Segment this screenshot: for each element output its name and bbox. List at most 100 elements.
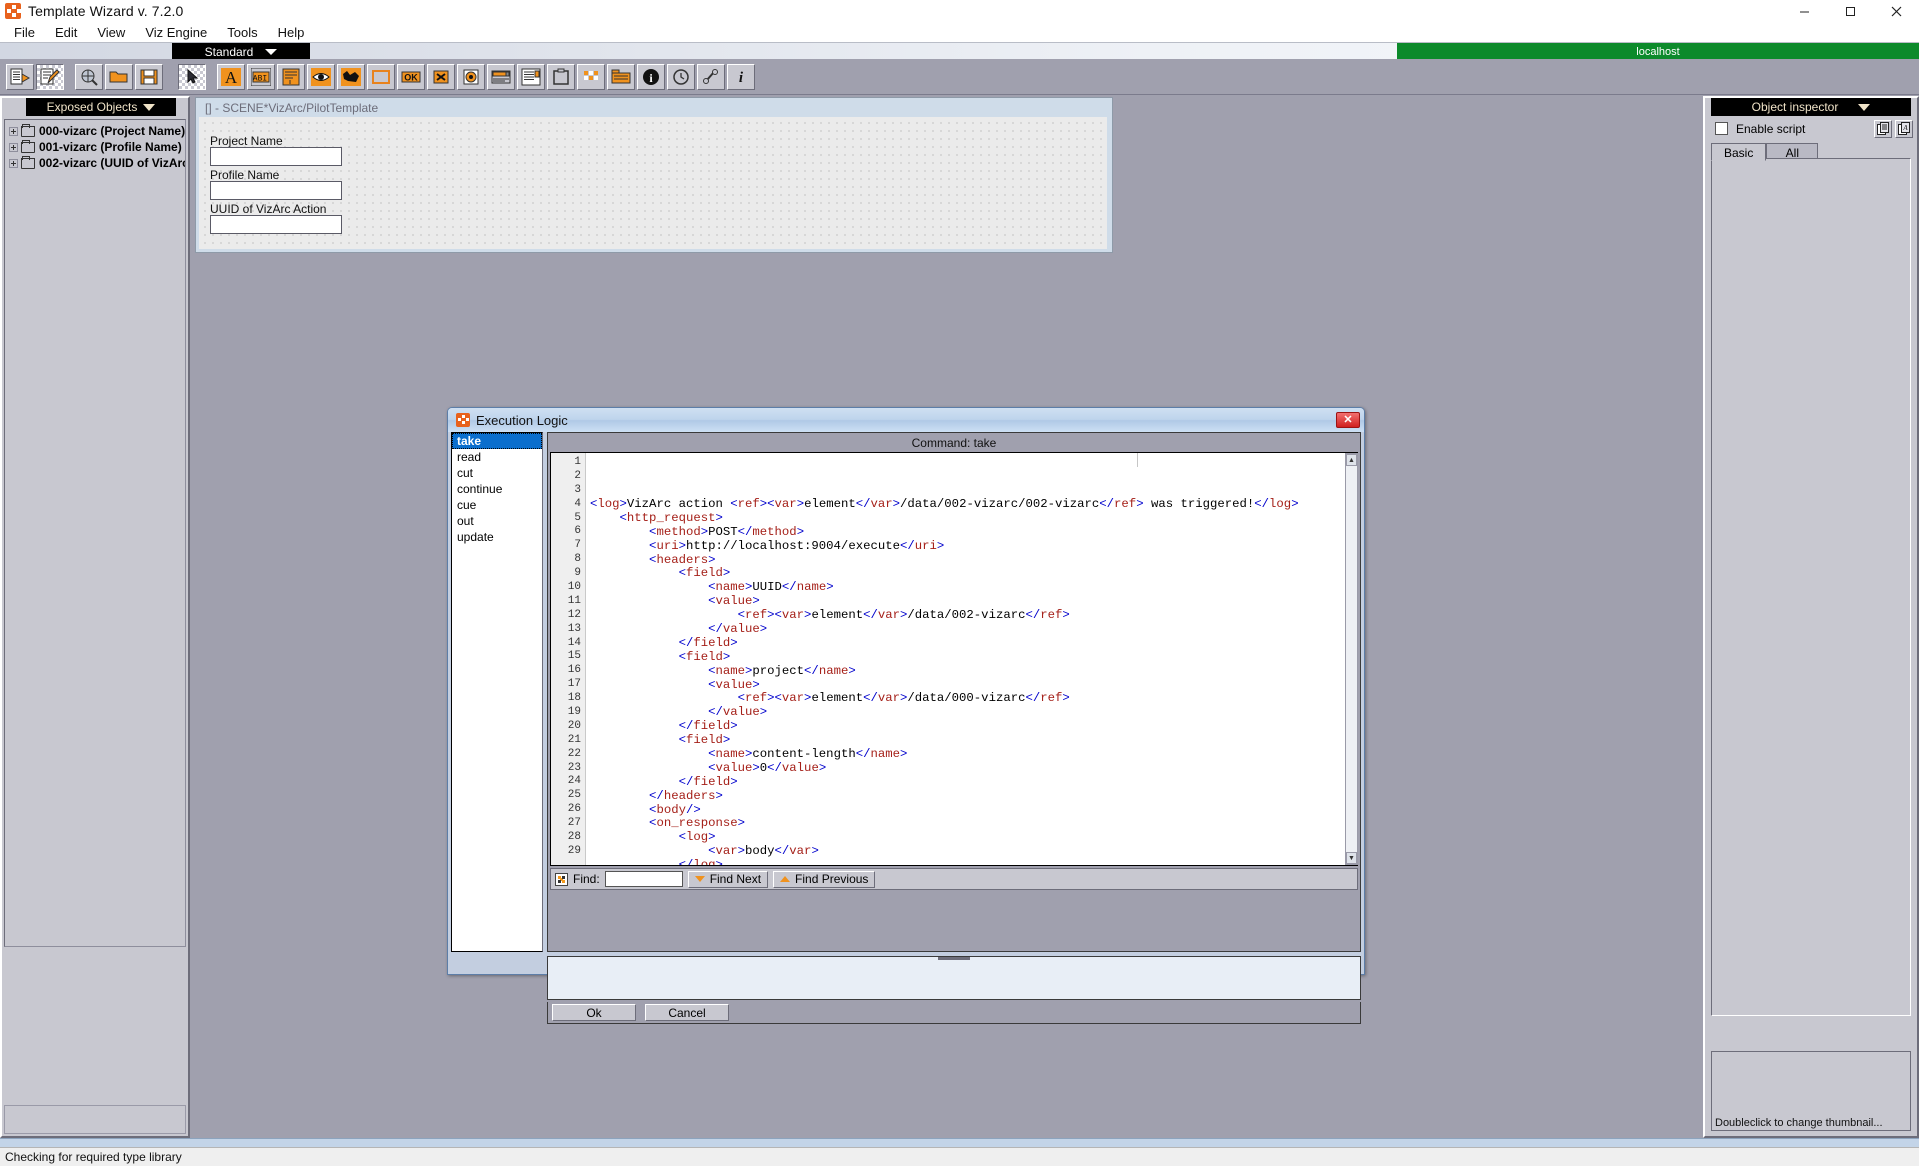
text-area-icon[interactable] — [517, 64, 545, 90]
line-number: 17 — [551, 678, 581, 692]
text-object-icon[interactable]: A — [217, 64, 245, 90]
clipboard-icon[interactable] — [547, 64, 575, 90]
find-icon[interactable] — [555, 873, 568, 886]
open-folder-icon[interactable] — [105, 64, 133, 90]
info-icon[interactable]: i — [637, 64, 665, 90]
menu-viz-engine[interactable]: Viz Engine — [135, 23, 217, 42]
minimize-button[interactable] — [1781, 0, 1827, 22]
list-field-icon[interactable] — [277, 64, 305, 90]
toolbar-group-select — [177, 64, 207, 90]
code-line: <ref><var>element</var>/data/000-vizarc<… — [590, 692, 1357, 706]
code-line: <name>content-length</name> — [590, 748, 1357, 762]
code-vertical-scrollbar[interactable]: ▲ ▼ — [1345, 453, 1358, 865]
save-icon[interactable] — [135, 64, 163, 90]
scroll-down-icon[interactable]: ▼ — [1346, 852, 1357, 864]
edit-template-icon[interactable] — [36, 64, 64, 90]
code-editor[interactable]: 1234567891011121314151617181920212223242… — [550, 452, 1358, 866]
menu-view[interactable]: View — [87, 23, 135, 42]
link-icon[interactable] — [697, 64, 725, 90]
line-number: 10 — [551, 581, 581, 595]
expand-plus-icon[interactable] — [9, 159, 18, 168]
command-item-take[interactable]: take — [452, 433, 542, 449]
menu-bar: File Edit View Viz Engine Tools Help — [0, 22, 1919, 42]
command-list[interactable]: take read cut continue cue out update — [451, 432, 543, 952]
line-number: 16 — [551, 664, 581, 678]
find-next-button[interactable]: Find Next — [688, 871, 768, 888]
cancel-button-icon[interactable] — [427, 64, 455, 90]
command-item-cue[interactable]: cue — [452, 497, 542, 513]
maximize-button[interactable] — [1827, 0, 1873, 22]
exposed-objects-header[interactable]: Exposed Objects — [26, 98, 176, 116]
menu-help[interactable]: Help — [268, 23, 315, 42]
enable-script-checkbox[interactable] — [1715, 122, 1728, 135]
ok-button-icon[interactable]: OK — [397, 64, 425, 90]
line-number: 20 — [551, 720, 581, 734]
expand-plus-icon[interactable] — [9, 143, 18, 152]
scene-title: [] - SCENE*VizArc/PilotTemplate — [196, 98, 1112, 116]
thumbnail-area[interactable]: Doubleclick to change thumbnail... — [1711, 1051, 1911, 1131]
select-tool-icon[interactable] — [178, 64, 206, 90]
exposed-objects-tree[interactable]: 000-vizarc (Project Name) 001-vizarc (Pr… — [4, 119, 186, 947]
preview-icon[interactable] — [75, 64, 103, 90]
object-inspector-panel: Object inspector Enable script A Basic A… — [1703, 96, 1919, 1138]
main-toolbar: A ABI OK — [0, 59, 1919, 95]
command-item-read[interactable]: read — [452, 449, 542, 465]
find-previous-button[interactable]: Find Previous — [773, 871, 875, 888]
cancel-button[interactable]: Cancel — [645, 1004, 729, 1021]
dialog-close-button[interactable]: ✕ — [1336, 412, 1360, 428]
combo-object-icon[interactable] — [487, 64, 515, 90]
eye-object-icon[interactable] — [307, 64, 335, 90]
svg-text:OK: OK — [404, 72, 418, 82]
folder-icon — [21, 142, 35, 153]
engine-status-tab[interactable]: localhost — [1397, 43, 1919, 60]
menu-tools[interactable]: Tools — [217, 23, 267, 42]
map-object-icon[interactable] — [337, 64, 365, 90]
radio-object-icon[interactable] — [457, 64, 485, 90]
line-number: 29 — [551, 845, 581, 859]
command-item-continue[interactable]: continue — [452, 481, 542, 497]
color-picker-icon[interactable] — [577, 64, 605, 90]
dialog-titlebar[interactable]: Execution Logic ✕ — [448, 408, 1364, 432]
object-inspector-header[interactable]: Object inspector — [1711, 98, 1911, 116]
inspector-properties-area[interactable] — [1711, 158, 1911, 1016]
object-inspector-title: Object inspector — [1752, 100, 1839, 114]
resize-grip[interactable] — [938, 957, 970, 960]
find-input[interactable] — [605, 871, 683, 887]
text-field-icon[interactable]: ABI — [247, 64, 275, 90]
new-template-icon[interactable] — [6, 64, 34, 90]
code-pane: Command: take 12345678910111213141516171… — [547, 432, 1361, 952]
tree-item-label: 001-vizarc (Profile Name) — [39, 140, 182, 154]
template-canvas[interactable]: Project Name Profile Name UUID of VizArc… — [199, 117, 1107, 249]
tree-item-label: 002-vizarc (UUID of VizArc Act... — [39, 156, 185, 170]
code-line: <value>0</value> — [590, 762, 1357, 776]
line-number: 14 — [551, 637, 581, 651]
tab-basic[interactable]: Basic — [1711, 143, 1766, 161]
project-name-input[interactable] — [210, 147, 342, 166]
media-browser-icon[interactable] — [607, 64, 635, 90]
toolbar-standard-tab[interactable]: Standard — [172, 43, 310, 60]
tree-item[interactable]: 000-vizarc (Project Name) — [5, 123, 185, 139]
svg-text:i: i — [739, 70, 744, 86]
expand-plus-icon[interactable] — [9, 127, 18, 136]
tree-item[interactable]: 002-vizarc (UUID of VizArc Act... — [5, 155, 185, 171]
about-icon[interactable]: i — [727, 64, 755, 90]
clock-icon[interactable] — [667, 64, 695, 90]
uuid-input[interactable] — [210, 215, 342, 234]
code-content[interactable]: <log>VizArc action <ref><var>element</va… — [586, 453, 1357, 865]
tree-item[interactable]: 001-vizarc (Profile Name) — [5, 139, 185, 155]
menu-edit[interactable]: Edit — [45, 23, 87, 42]
code-line: <on_response> — [590, 817, 1357, 831]
code-line: </field> — [590, 637, 1357, 651]
command-item-update[interactable]: update — [452, 529, 542, 545]
toolbar-group-file — [5, 64, 65, 90]
menu-file[interactable]: File — [4, 23, 45, 42]
script-text-icon[interactable]: A — [1895, 120, 1913, 138]
command-item-out[interactable]: out — [452, 513, 542, 529]
profile-name-input[interactable] — [210, 181, 342, 200]
close-button[interactable] — [1873, 0, 1919, 22]
panel-object-icon[interactable] — [367, 64, 395, 90]
ok-button[interactable]: Ok — [552, 1004, 636, 1021]
scroll-up-icon[interactable]: ▲ — [1346, 454, 1357, 466]
script-pages-icon[interactable] — [1874, 120, 1892, 138]
command-item-cut[interactable]: cut — [452, 465, 542, 481]
